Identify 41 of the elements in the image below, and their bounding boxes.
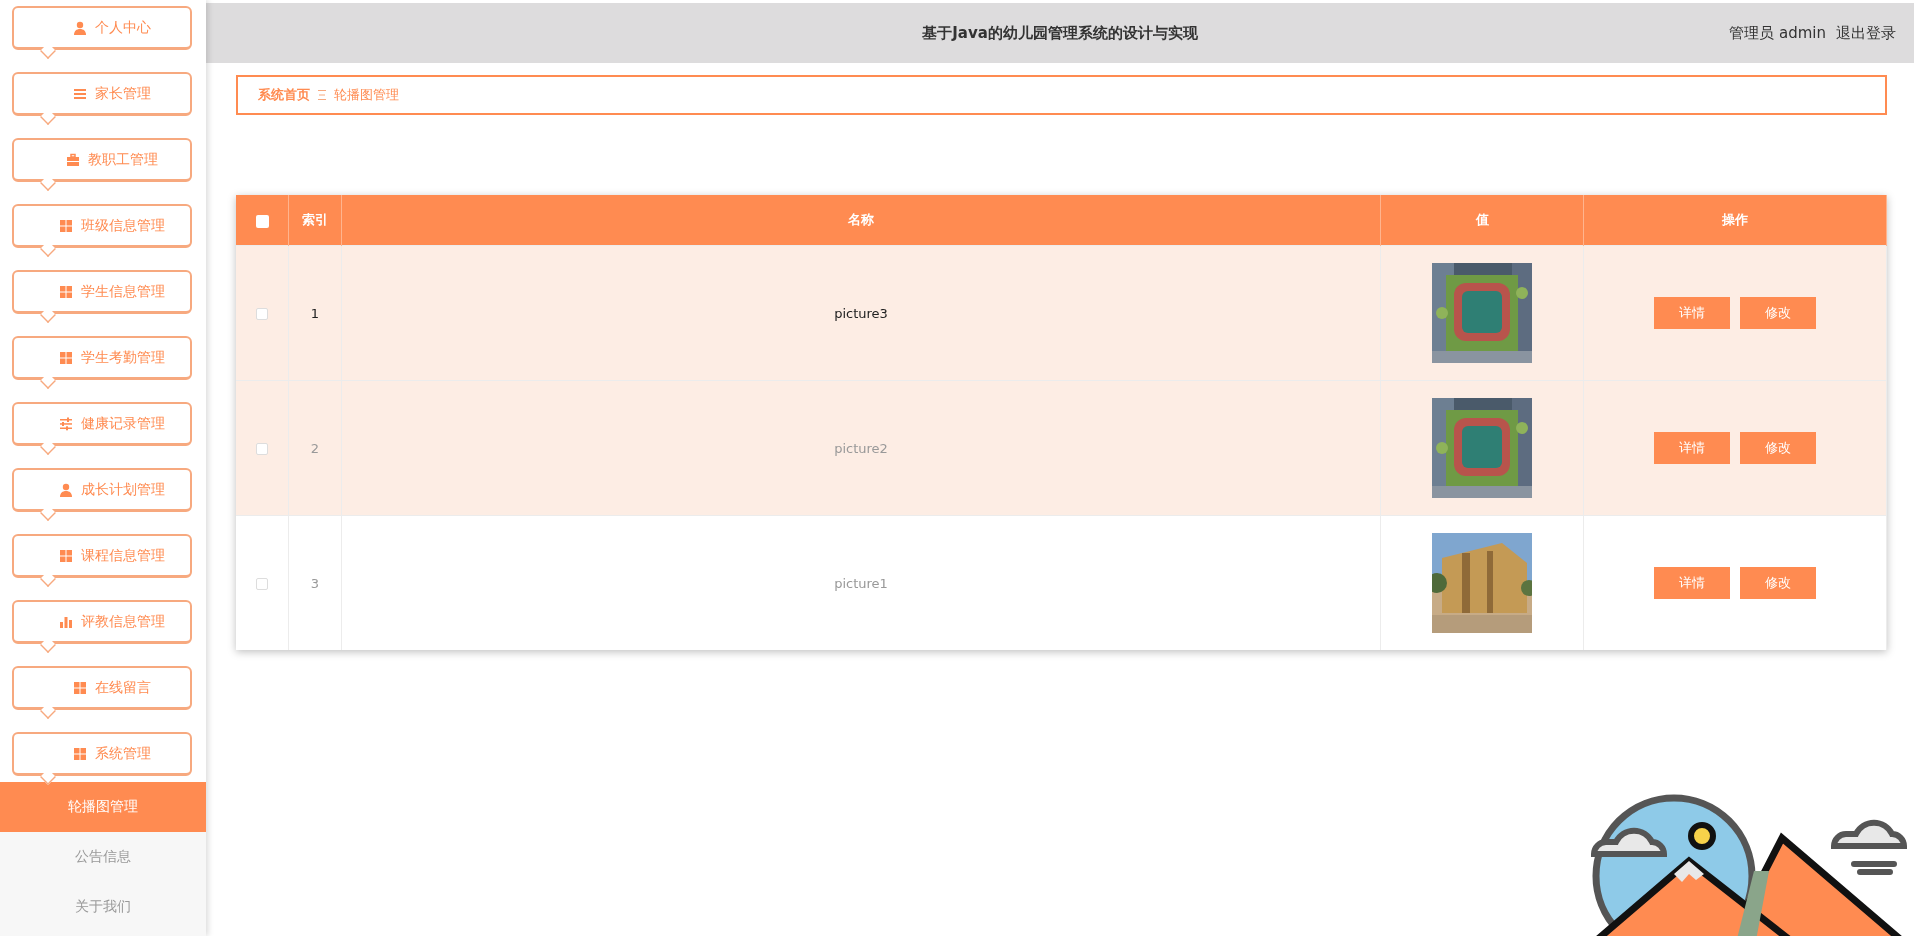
- grid-icon: [73, 746, 87, 761]
- bar-chart-icon: [59, 614, 73, 629]
- row-checkbox[interactable]: [256, 578, 268, 590]
- grid-icon: [59, 218, 73, 233]
- submenu-item[interactable]: 关于我们: [0, 882, 206, 932]
- submenu-item[interactable]: 轮播图管理: [0, 782, 206, 832]
- name-cell: picture2: [341, 380, 1381, 516]
- sliders-icon: [59, 416, 73, 431]
- name-cell: picture1: [341, 515, 1381, 650]
- index-cell: 2: [288, 380, 342, 516]
- grid-icon: [59, 350, 73, 365]
- name-cell: picture3: [341, 245, 1381, 381]
- submenu-item[interactable]: 公告信息: [0, 832, 206, 882]
- action-button[interactable]: 修改: [1740, 567, 1816, 599]
- list-icon: [73, 86, 87, 101]
- person-icon: [73, 20, 87, 35]
- breadcrumb-current: 轮播图管理: [334, 86, 399, 104]
- user-label: 管理员 admin: [1729, 23, 1826, 43]
- action-button[interactable]: 修改: [1740, 432, 1816, 464]
- person-icon: [59, 482, 73, 497]
- index-cell: 3: [288, 515, 342, 650]
- action-button[interactable]: 修改: [1740, 297, 1816, 329]
- app-title: 基于Java的幼儿园管理系统的设计与实现: [922, 23, 1198, 43]
- action-button[interactable]: 详情: [1654, 297, 1730, 329]
- action-button[interactable]: 详情: [1654, 567, 1730, 599]
- index-cell: 1: [288, 245, 342, 381]
- column-header: 值: [1380, 195, 1584, 246]
- breadcrumb-home-link[interactable]: 系统首页: [258, 86, 310, 104]
- grid-icon: [59, 284, 73, 299]
- briefcase-icon: [66, 152, 80, 167]
- grid-icon: [73, 680, 87, 695]
- logout-link[interactable]: 退出登录: [1836, 23, 1896, 43]
- action-button[interactable]: 详情: [1654, 432, 1730, 464]
- column-header: 操作: [1583, 195, 1887, 246]
- row-checkbox[interactable]: [256, 443, 268, 455]
- column-header: 索引: [288, 195, 342, 246]
- row-checkbox[interactable]: [256, 308, 268, 320]
- separator-icon: [318, 90, 326, 100]
- grid-icon: [59, 548, 73, 563]
- column-header: 名称: [341, 195, 1381, 246]
- select-all-checkbox[interactable]: [255, 214, 269, 228]
